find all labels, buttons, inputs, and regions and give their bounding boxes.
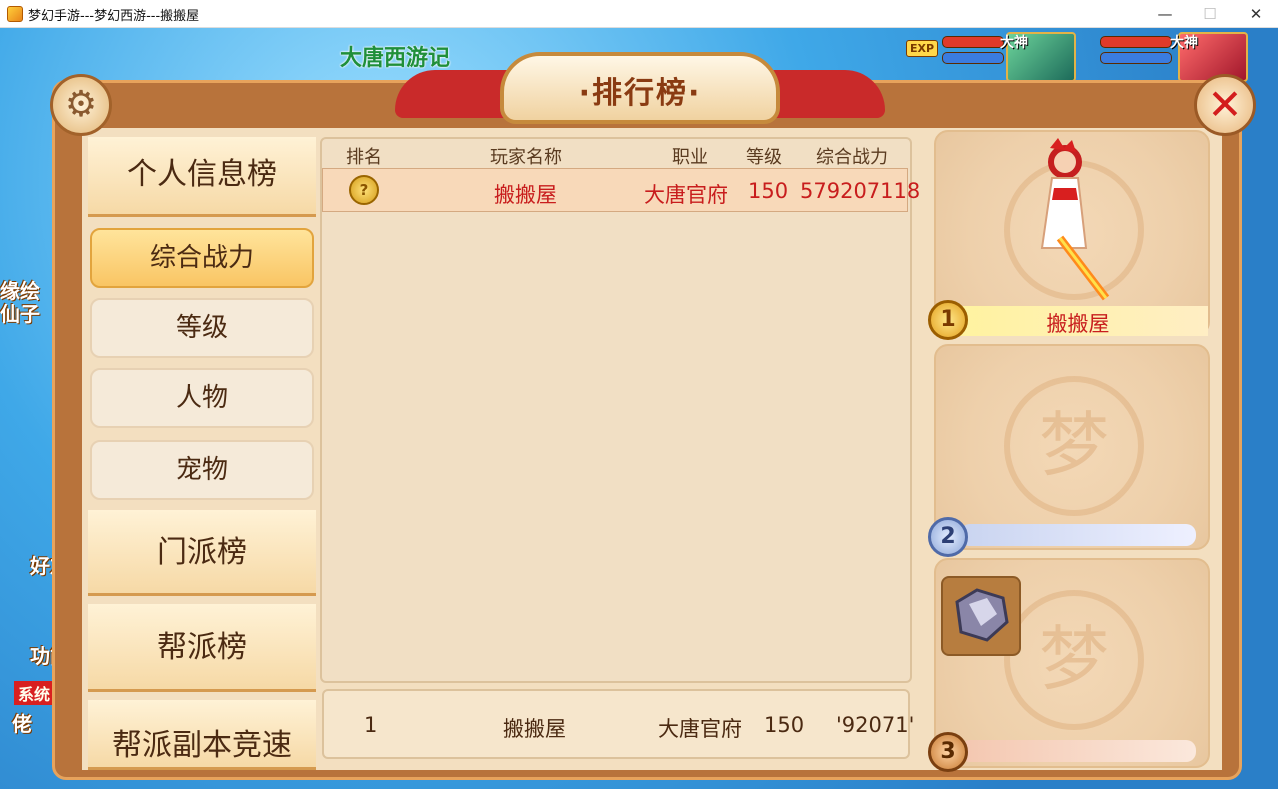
app-icon <box>7 6 23 22</box>
gear-icon: ⚙ <box>64 84 98 125</box>
chat-fragment: 佬 <box>12 712 32 736</box>
row-power: 579207118 <box>800 179 921 203</box>
window-titlebar: 梦幻手游---梦幻西游---搬搬屋 — ☐ ✕ <box>0 0 1278 28</box>
rank-3-badge: 3 <box>928 732 968 772</box>
close-panel-button[interactable]: ✕ <box>1194 74 1256 136</box>
system-chat-tag: 系统 <box>14 681 55 705</box>
panel-title: ·排行榜· <box>578 76 702 111</box>
header-combat-power: 综合战力 <box>816 147 888 168</box>
header-rank: 排名 <box>346 147 382 168</box>
rank-2-badge: 2 <box>928 517 968 557</box>
my-level: 150 <box>764 713 805 737</box>
window-title: 梦幻手游---梦幻西游---搬搬屋 <box>28 9 200 24</box>
header-player-name: 玩家名称 <box>490 147 562 168</box>
rank-1-badge: 1 <box>928 300 968 340</box>
character-figure <box>1040 138 1110 301</box>
my-rank-footer <box>322 689 910 759</box>
hero-tag-1: 大神 <box>1000 35 1028 51</box>
section-school-ranking[interactable]: 门派榜 <box>88 510 316 596</box>
panel-banner: ·排行榜· <box>395 40 885 130</box>
pet-mp-bar <box>1100 52 1172 64</box>
hero-tag-2: 大神 <box>1170 35 1198 51</box>
section-guild-dungeon-race[interactable]: 帮派副本竞速 <box>88 700 316 770</box>
maximize-button[interactable]: ☐ <box>1190 2 1230 26</box>
third-name-strip <box>960 740 1196 762</box>
my-name: 搬搬屋 <box>503 717 566 741</box>
header-class: 职业 <box>672 147 708 168</box>
mp-bar <box>942 52 1004 64</box>
my-rank: 1 <box>364 713 378 737</box>
emblem-icon-3: 梦 <box>1004 590 1144 730</box>
first-player-name: 搬搬屋 <box>1046 312 1110 336</box>
exp-label: EXP <box>906 40 939 57</box>
tab-level[interactable]: 等级 <box>90 298 314 358</box>
hp-bar <box>942 36 1004 48</box>
header-level: 等级 <box>746 147 782 168</box>
ranking-table <box>320 137 912 683</box>
tab-character[interactable]: 人物 <box>90 368 314 428</box>
close-window-button[interactable]: ✕ <box>1236 2 1276 26</box>
npc-name-2: 仙子 <box>0 302 40 326</box>
tab-combat-power[interactable]: 综合战力 <box>90 228 314 288</box>
emblem-icon-2: 梦 <box>1004 376 1144 516</box>
my-power: '92071' <box>836 713 915 737</box>
settings-button[interactable]: ⚙ <box>50 74 112 136</box>
row-class: 大唐官府 <box>644 183 728 207</box>
section-guild-ranking[interactable]: 帮派榜 <box>88 604 316 692</box>
row-level: 150 <box>748 179 789 203</box>
my-class: 大唐官府 <box>658 717 742 741</box>
section-personal-ranking[interactable]: 个人信息榜 <box>88 137 316 217</box>
gold-medal-icon: ? <box>349 175 379 205</box>
second-name-strip <box>960 524 1196 546</box>
close-icon: ✕ <box>1207 80 1243 129</box>
stone-item-icon[interactable] <box>941 576 1021 656</box>
tab-pet[interactable]: 宠物 <box>90 440 314 500</box>
pet-hp-bar <box>1100 36 1172 48</box>
row-player-name: 搬搬屋 <box>494 183 557 207</box>
minimize-button[interactable]: — <box>1145 2 1185 26</box>
